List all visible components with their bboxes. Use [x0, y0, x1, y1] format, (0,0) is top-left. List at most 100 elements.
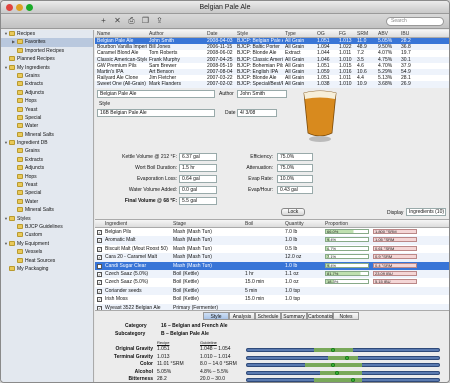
tab-notes[interactable]: Notes [333, 312, 359, 320]
author-field[interactable]: John Smith [237, 90, 287, 98]
sidebar-item[interactable]: Yeast [1, 181, 93, 189]
sidebar-item[interactable]: Yeast [1, 106, 93, 114]
ingredient-checkbox[interactable]: ✓ [97, 297, 102, 303]
column-header[interactable]: SRM [357, 30, 368, 38]
column-header[interactable]: Quantity [285, 220, 304, 228]
app-window: Belgian Pale Ale + ✕ ⎙ ❐ ⇪ Search ▼ Recip… [0, 0, 450, 383]
sidebar-item-label: Hops [25, 98, 37, 105]
export-icon[interactable]: ⇪ [154, 16, 165, 26]
sidebar-item[interactable]: Vessels [1, 248, 93, 256]
column-header[interactable]: Name [97, 30, 110, 38]
ingredient-checkbox[interactable]: ✓ [97, 255, 102, 261]
sidebar-item[interactable]: Planned Recipes [1, 55, 93, 63]
sidebar-item[interactable]: ▼ Styles [1, 215, 93, 223]
print-icon[interactable]: ⎙ [126, 16, 137, 26]
ingredient-row[interactable]: ✓ Wyeast 3522 Belgian Ale Primary (Ferment… [95, 303, 449, 310]
column-header[interactable]: OG [317, 30, 325, 38]
sidebar-item[interactable]: Extracts [1, 80, 93, 88]
column-header[interactable]: FG [339, 30, 346, 38]
ingredient-row[interactable]: ✓ Czech Saaz (5.0%) Boil (Kettle) 1 hr 1.1 o… [95, 270, 449, 279]
sidebar-item[interactable]: Heat Sources [1, 257, 93, 265]
column-header[interactable]: Stage [173, 220, 186, 228]
efficiency-field-input[interactable]: 75.0% [277, 164, 313, 172]
sidebar-item[interactable]: Imported Recipes [1, 47, 93, 55]
ingredient-checkbox[interactable]: ✓ [97, 288, 102, 294]
sidebar-item[interactable]: ▼ Recipes [1, 30, 93, 38]
ingredient-checkbox[interactable]: ✓ [97, 263, 102, 269]
tab-schedule[interactable]: Schedule [255, 312, 281, 320]
column-header[interactable]: Ingredient [105, 220, 127, 228]
column-header[interactable]: Date [207, 30, 218, 38]
volume-field-input[interactable]: 0.0 gal [179, 186, 217, 194]
sidebar-item[interactable]: BJCP Guidelines [1, 223, 93, 231]
volume-field-input[interactable]: 0.64 gal [179, 175, 217, 183]
search-input[interactable]: Search [386, 17, 444, 26]
sidebar-item[interactable]: Extracts [1, 156, 93, 164]
sidebar-item[interactable]: Adjuncts [1, 89, 93, 97]
sidebar-item[interactable]: Water [1, 122, 93, 130]
display-select[interactable]: Ingredients (10) [406, 208, 446, 216]
ingredient-row[interactable]: ✓ Aromatic Malt Mash (Mash Tun) 1.0 lb 9.4% 1… [95, 236, 449, 245]
tab-analysis[interactable]: Analysis [229, 312, 255, 320]
volume-field-input[interactable]: 5.5 gal [179, 197, 217, 205]
ingredient-row[interactable]: ✓ Candi Sugar Clear Mash (Mash Tun) 1.0 lb 9… [95, 261, 449, 270]
ingredient-checkbox[interactable]: ✓ [97, 238, 102, 244]
column-header[interactable]: IBU [401, 30, 409, 38]
column-header[interactable]: Type [285, 30, 296, 38]
volume-field-input[interactable]: 6.37 gal [179, 153, 217, 161]
ingredient-checkbox[interactable]: ✓ [97, 305, 102, 310]
tab-summary[interactable]: Summary [281, 312, 307, 320]
ingredient-checkbox[interactable]: ✓ [97, 272, 102, 277]
delete-icon[interactable]: ✕ [112, 16, 123, 26]
tab-carbonation[interactable]: Carbonation [307, 312, 335, 320]
style-select[interactable]: 16B Belgian Pale Ale [97, 109, 215, 117]
column-header[interactable]: Author [149, 30, 164, 38]
sidebar-item[interactable]: ▼ Ingredient DB [1, 139, 93, 147]
tab-style[interactable]: Style [203, 312, 229, 320]
sidebar-item[interactable]: Special [1, 189, 93, 197]
column-header[interactable]: Proportion [325, 220, 348, 228]
efficiency-field-input[interactable]: 10.0% [277, 175, 313, 183]
ingredient-row[interactable]: ✓ Irish Moss Boil (Kettle) 15.0 min 1.0 tsp [95, 295, 449, 303]
sidebar-item[interactable]: Custom [1, 231, 93, 239]
sidebar-item[interactable]: Special [1, 114, 93, 122]
minimize-window-button[interactable] [16, 4, 23, 11]
ingredient-checkbox[interactable]: ✓ [97, 246, 102, 252]
sidebar-item[interactable]: ▼ My Ingredients [1, 64, 93, 72]
recipe-name-field[interactable]: Belgian Pale Ale [97, 90, 215, 98]
column-header[interactable]: Boil [245, 220, 253, 228]
ingredient-row[interactable]: ✓ Biscuit Malt (Mout Roost 50) Mash (Mash … [95, 245, 449, 253]
efficiency-field-input[interactable]: 0.43 gal [277, 186, 313, 194]
ingredient-name: Czech Saaz (5.0%) [105, 271, 149, 277]
add-icon[interactable]: + [98, 16, 109, 26]
efficiency-field-input[interactable]: 75.0% [277, 153, 313, 161]
ingredient-row[interactable]: ✓ Czech Saaz (5.0%) Boil (Kettle) 15.0 min 1… [95, 278, 449, 286]
sidebar-item[interactable]: My Packaging [1, 265, 93, 273]
sidebar-item[interactable]: Water [1, 198, 93, 206]
date-field[interactable]: 4/ 3/08 [237, 109, 277, 117]
ingredient-checkbox[interactable]: ✓ [97, 230, 102, 235]
close-window-button[interactable] [6, 4, 13, 11]
sidebar-item[interactable]: Mineral Salts [1, 131, 93, 139]
duplicate-icon[interactable]: ❐ [140, 16, 151, 26]
sidebar-item[interactable]: ▶ Favorites [1, 38, 93, 47]
sidebar-item[interactable]: ▼ My Equipment [1, 240, 93, 248]
ingredient-row[interactable]: ✓ Cara 20 - Caramel Malt Mash (Mash Tun) 12… [95, 253, 449, 262]
lock-button[interactable]: Lock [281, 208, 305, 216]
sidebar-item-label: Recipes [17, 31, 36, 37]
sidebar-item[interactable]: Grains [1, 147, 93, 155]
ingredient-row[interactable]: ✓ Coriander seeds Boil (Kettle) 5 min 1.0 ts… [95, 286, 449, 296]
column-header[interactable]: Style [237, 30, 248, 38]
sidebar-item[interactable]: Mineral Salts [1, 206, 93, 214]
volume-field-input[interactable]: 1.5 hr [179, 164, 217, 172]
folder-icon [17, 182, 23, 188]
sidebar-item[interactable]: Hops [1, 173, 93, 181]
zoom-window-button[interactable] [26, 4, 33, 11]
ingredient-row[interactable]: ✓ Belgian Pils Mash (Mash Tun) 7.0 lb 66.0% 1… [95, 228, 449, 236]
ingredient-checkbox[interactable]: ✓ [97, 280, 102, 286]
column-header[interactable]: ABV [378, 30, 388, 38]
sidebar-item[interactable]: Hops [1, 97, 93, 105]
sidebar-item-label: Heat Sources [25, 257, 56, 264]
sidebar-item[interactable]: Grains [1, 72, 93, 80]
sidebar-item[interactable]: Adjuncts [1, 164, 93, 172]
